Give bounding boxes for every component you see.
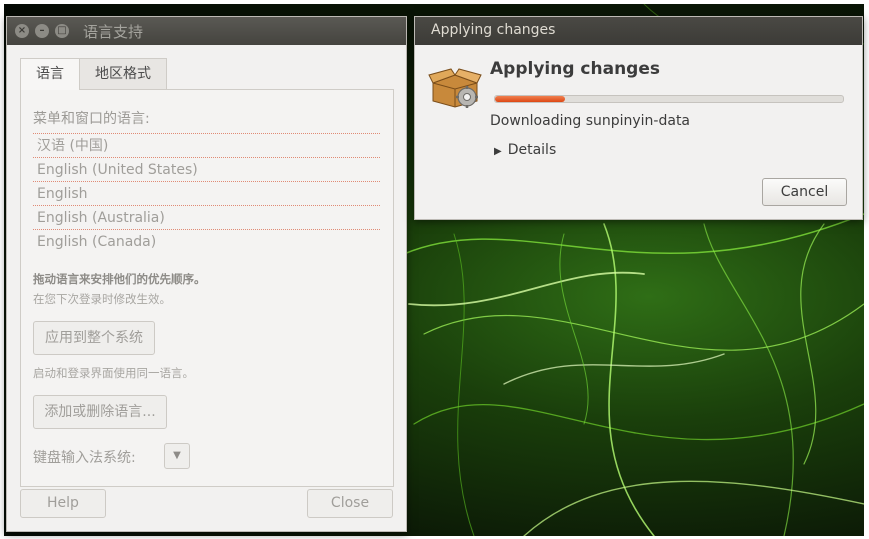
help-button[interactable]: Help [20, 489, 106, 518]
window-title: 语言支持 [83, 23, 144, 41]
tab-regional-formats[interactable]: 地区格式 [79, 58, 167, 89]
dialog-heading: Applying changes [490, 59, 660, 79]
list-item[interactable]: English (Australia) [33, 205, 380, 229]
list-item[interactable]: English (United States) [33, 157, 380, 181]
keyboard-input-label: 键盘输入法系统: [33, 450, 136, 466]
list-item[interactable]: English [33, 181, 380, 205]
close-icon[interactable]: × [15, 24, 29, 38]
add-remove-languages-button[interactable]: 添加或删除语言... [33, 395, 167, 429]
package-gear-icon [428, 68, 482, 108]
language-window-titlebar[interactable]: × – □ 语言支持 [7, 17, 406, 45]
language-list-header: 菜单和窗口的语言: [33, 111, 150, 127]
minimize-icon[interactable]: – [35, 24, 49, 38]
progress-fill [495, 96, 565, 102]
list-item[interactable]: 汉语 (中国) [33, 133, 380, 157]
applying-changes-dialog: Applying changes Applying changes Downlo… [414, 16, 863, 220]
list-item[interactable]: English (Canada) [33, 229, 380, 249]
tab-language[interactable]: 语言 [20, 58, 80, 90]
drag-order-note: 拖动语言来安排他们的优先顺序。 [33, 272, 206, 286]
download-progress-bar [494, 95, 844, 103]
details-label: Details [507, 142, 557, 158]
triangle-right-icon: ▶ [494, 146, 502, 157]
cancel-button[interactable]: Cancel [762, 178, 847, 206]
close-button[interactable]: Close [307, 489, 393, 518]
dialog-title: Applying changes [431, 22, 556, 38]
chevron-down-icon[interactable]: ▼ [164, 443, 190, 469]
login-screen-note: 启动和登录界面使用同一语言。 [33, 366, 194, 380]
language-list[interactable]: 汉语 (中国) English (United States) English … [33, 133, 380, 249]
language-support-window: × – □ 语言支持 语言 地区格式 菜单和窗口的语言: 汉语 (中国) Eng… [6, 16, 407, 532]
apply-system-wide-button[interactable]: 应用到整个系统 [33, 321, 155, 355]
effect-next-login-note: 在您下次登录时修改生效。 [33, 292, 171, 306]
download-status: Downloading sunpinyin-data [490, 113, 691, 129]
maximize-icon[interactable]: □ [55, 24, 69, 38]
details-expander[interactable]: ▶ Details [494, 142, 556, 158]
dialog-titlebar[interactable]: Applying changes [415, 17, 862, 45]
